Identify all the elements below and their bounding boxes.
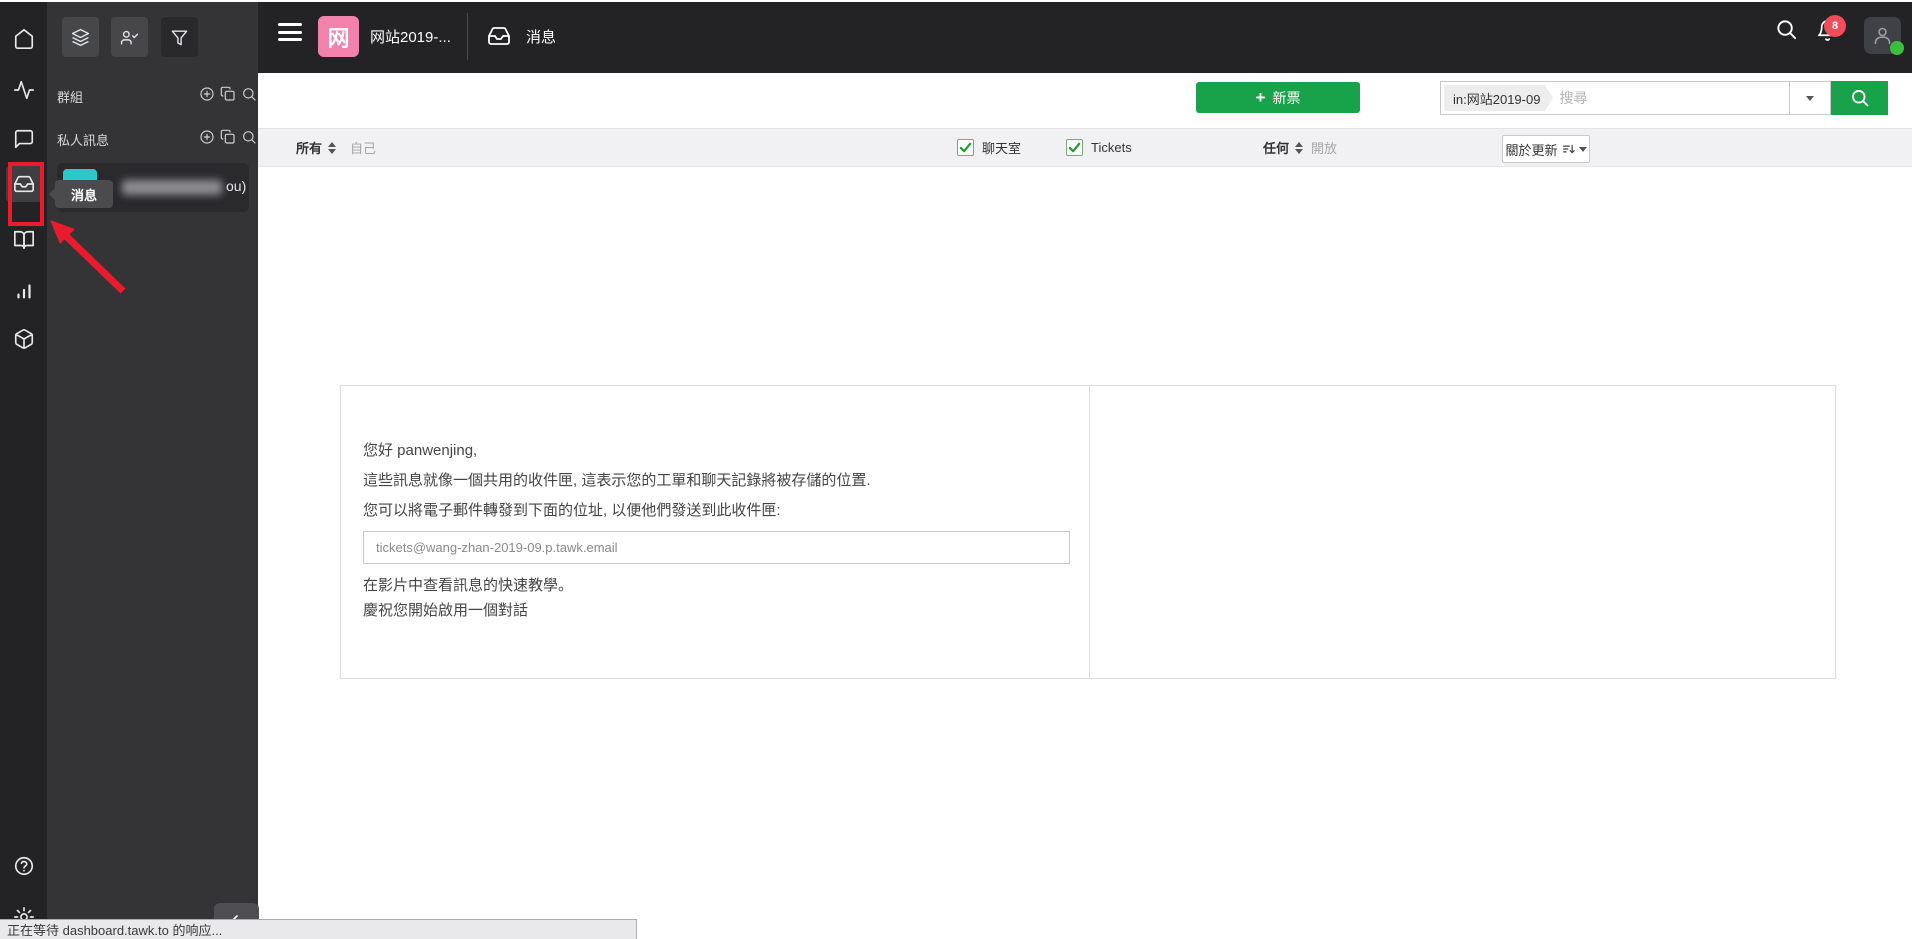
search-group: in:网站2019-09 — [1440, 81, 1888, 115]
sort-amount-icon — [1562, 143, 1575, 155]
global-search-button[interactable] — [1775, 18, 1798, 41]
filter-all-label: 所有 — [296, 141, 323, 156]
book-icon — [13, 229, 35, 251]
conversation-name-redacted — [122, 180, 222, 195]
sort-arrows-icon — [328, 141, 337, 154]
card-divider — [1089, 386, 1090, 678]
checkbox-checked-icon[interactable] — [957, 139, 974, 156]
messages-sidebar: 群組 私人訊息 ou) 消息 — [47, 0, 259, 939]
welcome-line-forward: 您可以將電子郵件轉發到下面的位址, 以便他們發送到此收件匣: — [363, 502, 781, 519]
nav-reports[interactable] — [0, 270, 47, 310]
search-submit-button[interactable] — [1831, 81, 1888, 115]
caret-down-icon — [1578, 147, 1587, 156]
search-icon[interactable] — [241, 86, 257, 102]
filter-chat-checkbox[interactable]: 聊天室 — [957, 129, 1021, 166]
tawk-dashboard: 群組 私人訊息 ou) 消息 网 网站2019-... 消息 8 + 新票 in… — [0, 0, 1912, 939]
nav-knowledge-base[interactable] — [0, 220, 47, 260]
filter-any[interactable]: 任何 — [1263, 129, 1304, 166]
welcome-line-celebrate: 慶祝您開始啟用一個對話 — [363, 602, 529, 619]
search-scope-tag[interactable]: in:网站2019-09 — [1444, 85, 1554, 111]
groups-section-label: 群組 — [57, 90, 84, 105]
search-input[interactable] — [1545, 90, 1786, 106]
private-messages-section-actions — [199, 129, 257, 145]
hamburger-menu-button[interactable] — [278, 23, 302, 46]
assigned-agents-button[interactable] — [111, 17, 148, 57]
copy-icon[interactable] — [220, 86, 236, 102]
welcome-line-inbox: 這些訊息就像一個共用的收件匣, 這表示您的工單和聊天記錄將被存儲的位置. — [363, 472, 871, 489]
home-icon — [13, 28, 35, 50]
new-ticket-label: 新票 — [1272, 89, 1301, 106]
filter-tickets-label: Tickets — [1091, 140, 1132, 155]
help-icon — [13, 855, 35, 877]
groups-section-actions — [199, 86, 257, 102]
welcome-line-video: 在影片中查看訊息的快速教學。 — [363, 577, 574, 594]
inbox-nav-tooltip: 消息 — [49, 180, 113, 208]
tab-messages-icon[interactable] — [487, 24, 511, 48]
sort-by-update-label: 關於更新 — [1505, 142, 1558, 158]
filter-all[interactable]: 所有 — [296, 129, 337, 166]
property-name[interactable]: 网站2019-... — [370, 0, 451, 73]
activity-icon — [13, 79, 35, 101]
new-ticket-button[interactable]: + 新票 — [1196, 82, 1360, 113]
filter-any-label: 任何 — [1263, 141, 1290, 156]
conversation-name-suffix: ou) — [226, 178, 247, 194]
topbar-divider — [467, 13, 468, 60]
search-box[interactable]: in:网站2019-09 — [1440, 81, 1790, 115]
group-view-button[interactable] — [62, 17, 99, 57]
top-edge-strip — [0, 0, 1912, 2]
hamburger-icon — [278, 23, 302, 41]
addons-icon — [13, 328, 35, 350]
chat-icon — [13, 128, 35, 150]
search-icon[interactable] — [241, 129, 257, 145]
browser-status-bar: 正在等待 dashboard.tawk.to 的响应... — [0, 919, 637, 939]
stats-icon — [13, 279, 35, 301]
filter-chat-label: 聊天室 — [982, 141, 1022, 156]
user-check-icon — [120, 28, 139, 47]
filter-tickets-checkbox[interactable]: Tickets — [1066, 129, 1132, 166]
nav-help[interactable] — [0, 846, 47, 886]
filter-button[interactable] — [161, 17, 198, 57]
circle-plus-icon[interactable] — [199, 129, 215, 145]
sort-arrows-icon — [1295, 141, 1304, 154]
user-icon — [1872, 25, 1893, 46]
forward-email-field[interactable] — [363, 531, 1070, 564]
inbox-icon — [487, 24, 511, 48]
search-options-dropdown[interactable] — [1790, 81, 1831, 115]
top-bar: 网 网站2019-... 消息 8 — [258, 0, 1912, 73]
checkbox-checked-icon[interactable] — [1066, 139, 1083, 156]
search-icon — [1775, 18, 1798, 41]
main-nav — [0, 0, 47, 939]
magnifier-icon — [1850, 88, 1870, 108]
property-logo[interactable]: 网 — [318, 16, 359, 57]
messages-toolbar: + 新票 in:网站2019-09 — [258, 73, 1912, 128]
filter-open-label: 開放 — [1311, 141, 1338, 156]
filter-funnel-icon — [170, 28, 189, 47]
nav-addons[interactable] — [0, 319, 47, 359]
copy-icon[interactable] — [220, 129, 236, 145]
sort-by-update-dropdown[interactable]: 關於更新 — [1502, 135, 1590, 163]
annotation-highlight-rect — [8, 162, 44, 226]
caret-down-icon — [1806, 95, 1814, 105]
private-messages-section-label: 私人訊息 — [57, 133, 110, 148]
filter-bar: 所有 自己 聊天室 Tickets 任何 開放 關於更新 — [258, 128, 1912, 167]
welcome-greeting: 您好 panwenjing, — [363, 442, 478, 459]
nav-home[interactable] — [0, 19, 47, 59]
filter-self[interactable]: 自己 — [350, 129, 376, 166]
welcome-card: 您好 panwenjing, 這些訊息就像一個共用的收件匣, 這表示您的工單和聊… — [340, 385, 1836, 679]
notification-count-badge[interactable]: 8 — [1824, 15, 1846, 37]
plus-icon: + — [1255, 88, 1266, 107]
layers-icon — [71, 28, 90, 47]
filter-open[interactable]: 開放 — [1311, 129, 1337, 166]
nav-monitoring[interactable] — [0, 70, 47, 110]
property-logo-initial: 网 — [327, 25, 350, 51]
nav-chats[interactable] — [0, 119, 47, 159]
online-status-dot — [1890, 41, 1904, 55]
filter-self-label: 自己 — [350, 141, 377, 156]
circle-plus-icon[interactable] — [199, 86, 215, 102]
status-text: 正在等待 dashboard.tawk.to 的响应... — [7, 923, 223, 938]
tab-messages[interactable]: 消息 — [526, 0, 556, 73]
